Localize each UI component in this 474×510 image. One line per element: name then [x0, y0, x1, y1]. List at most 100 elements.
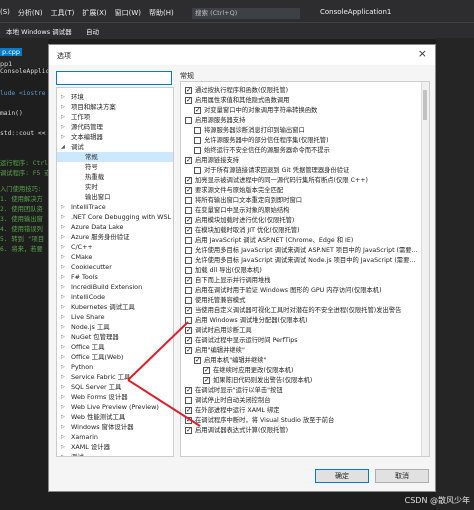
option-checkbox[interactable]	[194, 105, 201, 115]
expand-icon[interactable]: ▷	[61, 412, 65, 422]
tree-item[interactable]: ▷ IntelliTrace	[57, 202, 173, 212]
option-checkbox[interactable]	[185, 287, 192, 294]
tree-item[interactable]: 实时	[57, 182, 173, 192]
option-checkbox[interactable]	[185, 405, 192, 415]
config-dropdown[interactable]: 自动	[86, 26, 99, 36]
menu-item[interactable]: 分析(N)	[18, 8, 43, 18]
expand-icon[interactable]: ▷	[61, 202, 65, 212]
tree-item[interactable]: ▷ Office 工具	[57, 342, 173, 352]
tree-item[interactable]: ▷ Web 性能测试工具	[57, 412, 173, 422]
option-checkbox[interactable]	[185, 185, 192, 195]
option-checkbox[interactable]	[185, 425, 192, 435]
option-checkbox[interactable]	[185, 247, 192, 254]
tree-item[interactable]: ▷ Azure Data Lake	[57, 222, 173, 232]
option-checkbox[interactable]	[185, 335, 192, 345]
tree-item[interactable]: 符号	[57, 162, 173, 172]
expand-icon[interactable]: ▷	[61, 262, 65, 272]
option-checkbox[interactable]	[185, 85, 192, 95]
option-checkbox[interactable]	[185, 175, 192, 185]
expand-icon[interactable]: ▷	[61, 122, 65, 132]
option-checkbox[interactable]	[194, 137, 201, 144]
tree-item[interactable]: ▷ Windows 窗体设计器	[57, 422, 173, 432]
scrollbar-thumb[interactable]	[423, 90, 427, 120]
option-checkbox[interactable]	[185, 207, 192, 214]
option-checkbox[interactable]	[185, 415, 192, 425]
option-checkbox[interactable]	[185, 197, 192, 204]
option-checkbox[interactable]	[194, 167, 201, 174]
expand-icon[interactable]: ▷	[61, 312, 65, 322]
ide-search-box[interactable]: 搜索 (Ctrl+Q)	[192, 8, 300, 19]
tree-item[interactable]: ▷ XAML 设计器	[57, 442, 173, 452]
option-checkbox[interactable]	[185, 215, 192, 225]
expand-icon[interactable]: ▷	[61, 242, 65, 252]
option-checkbox[interactable]	[185, 297, 192, 304]
expand-icon[interactable]: ▷	[61, 232, 65, 242]
tree-item[interactable]: ▷ 源代码管理	[57, 122, 173, 132]
expand-icon[interactable]: ▷	[61, 382, 65, 392]
tree-item[interactable]: ▷ F# Tools	[57, 272, 173, 282]
code-editor[interactable]: ConsoleApplic lude <iostre main() std::cout…	[0, 68, 50, 510]
expand-icon[interactable]: ▷	[61, 292, 65, 302]
tree-item[interactable]: ▷ .NET Core Debugging with WSL	[57, 212, 173, 222]
close-icon[interactable]: ×	[418, 48, 427, 60]
option-checkbox[interactable]	[185, 225, 192, 235]
tree-item[interactable]: ▷ Kubernetes 调试工具	[57, 302, 173, 312]
tree-item[interactable]: ▷ 环境	[57, 92, 173, 102]
option-checkbox[interactable]	[185, 317, 192, 324]
expand-icon[interactable]: ▷	[61, 442, 65, 452]
tree-item[interactable]: ▷ C/C++	[57, 242, 173, 252]
tree-item[interactable]: 常规	[57, 152, 173, 162]
options-scrollbar[interactable]	[421, 82, 429, 456]
tree-item[interactable]: 热重载	[57, 172, 173, 182]
option-checkbox[interactable]	[185, 267, 192, 274]
options-search-input[interactable]	[57, 72, 171, 84]
options-tree[interactable]: ▷ 环境 ▷ 项目和解决方案 ▷ 工作项 ▷ 源代码管理 ▷ 文本编辑器 ◢ 调试 常规 符号 热重载 实时输…	[56, 87, 174, 457]
option-checkbox[interactable]	[185, 275, 192, 285]
tree-item[interactable]: ▷ Web Live Preview (Preview)	[57, 402, 173, 412]
expand-icon[interactable]: ▷	[61, 372, 65, 382]
option-checkbox[interactable]	[203, 375, 210, 385]
option-checkbox[interactable]	[185, 117, 192, 124]
expand-icon[interactable]: ▷	[61, 222, 65, 232]
tree-item[interactable]: ▷ Python	[57, 362, 173, 372]
tree-item[interactable]: ▷ 工作项	[57, 112, 173, 122]
option-checkbox[interactable]	[185, 385, 192, 395]
expand-icon[interactable]: ▷	[61, 272, 65, 282]
tree-item[interactable]: ◢ 调试	[57, 142, 173, 152]
tree-item[interactable]: ▷ Office 工具(Web)	[57, 352, 173, 362]
expand-icon[interactable]: ▷	[61, 402, 65, 412]
expand-icon[interactable]: ▷	[61, 132, 65, 142]
option-checkbox[interactable]	[185, 325, 192, 335]
tree-item[interactable]: ▷ SQL Server 工具	[57, 382, 173, 392]
collapse-icon[interactable]: ◢	[61, 142, 65, 152]
tree-item[interactable]: ▷ IntelliCode	[57, 292, 173, 302]
debug-target-dropdown[interactable]: 本地 Windows 调试器	[6, 26, 72, 36]
tab-active-file[interactable]: p.cpp	[0, 48, 23, 56]
tree-item[interactable]: ▷ CMake	[57, 252, 173, 262]
expand-icon[interactable]: ▷	[61, 342, 65, 352]
options-list[interactable]: 通过按执行程序和函数(仅限托管) 启用属性求值和其他隐式函数调用对变量窗口中的对象…	[180, 81, 430, 457]
cancel-button[interactable]: 取消	[375, 469, 429, 483]
tree-item[interactable]: ▷ 项目和解决方案	[57, 102, 173, 112]
expand-icon[interactable]: ▷	[61, 102, 65, 112]
option-checkbox[interactable]	[185, 345, 192, 355]
expand-icon[interactable]: ▷	[61, 362, 65, 372]
expand-icon[interactable]: ▷	[61, 322, 65, 332]
expand-icon[interactable]: ▷	[61, 302, 65, 312]
expand-icon[interactable]: ▷	[61, 352, 65, 362]
expand-icon[interactable]: ▷	[61, 392, 65, 402]
menu-item[interactable]: 帮助(H)	[149, 8, 174, 18]
tree-item[interactable]: ▷ NuGet 包管理器	[57, 332, 173, 342]
option-checkbox[interactable]	[185, 397, 192, 404]
tree-item[interactable]: ▷ Node.js 工具	[57, 322, 173, 332]
expand-icon[interactable]: ▷	[61, 432, 65, 442]
tree-item[interactable]: ▷ IncrediBuild Extension	[57, 282, 173, 292]
option-checkbox[interactable]	[203, 365, 210, 375]
option-checkbox[interactable]	[185, 237, 192, 244]
tree-item[interactable]: ▷ Azure 服务身份验证	[57, 232, 173, 242]
tree-item[interactable]: ▷ Web Forms 设计器	[57, 392, 173, 402]
expand-icon[interactable]: ▷	[61, 92, 65, 102]
tree-item[interactable]: ▷ Live Share	[57, 312, 173, 322]
option-checkbox[interactable]	[185, 155, 192, 165]
ok-button[interactable]: 确定	[315, 469, 369, 483]
